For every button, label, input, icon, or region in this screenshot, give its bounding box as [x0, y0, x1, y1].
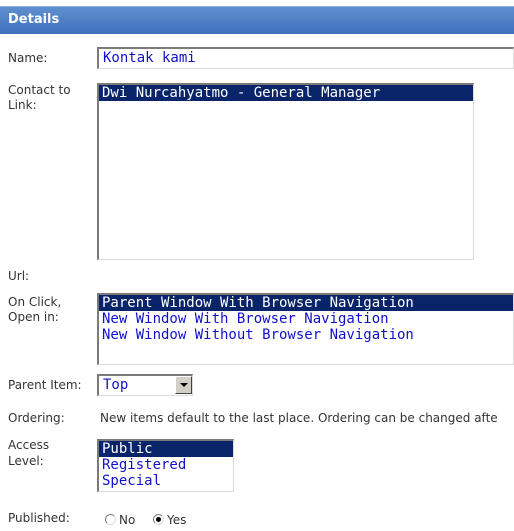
- access-option[interactable]: Special: [99, 473, 233, 489]
- parent-item-select[interactable]: Top: [97, 374, 193, 396]
- contact-option[interactable]: Dwi Nurcahyatmo - General Manager: [99, 85, 473, 101]
- onclick-label-line2: Open in:: [8, 310, 59, 324]
- published-label: Published:: [8, 511, 70, 525]
- chevron-down-icon[interactable]: [175, 376, 192, 394]
- access-level-listbox[interactable]: Public Registered Special: [97, 439, 234, 492]
- parent-item-value: Top: [103, 377, 129, 393]
- onclick-option[interactable]: New Window Without Browser Navigation: [99, 327, 513, 343]
- name-input[interactable]: Kontak kami: [97, 47, 514, 69]
- parent-item-label: Parent Item:: [8, 378, 82, 392]
- ordering-text: New items default to the last place. Ord…: [100, 411, 498, 425]
- access-option[interactable]: Registered: [99, 457, 233, 473]
- details-header: Details: [0, 0, 514, 34]
- access-label-line1: Access: [8, 438, 50, 452]
- onclick-option[interactable]: Parent Window With Browser Navigation: [99, 295, 513, 311]
- access-option[interactable]: Public: [99, 441, 233, 457]
- header-bar: [0, 6, 514, 34]
- published-no-radio[interactable]: [105, 514, 116, 525]
- header-title: Details: [8, 12, 60, 27]
- name-label: Name:: [8, 51, 48, 65]
- published-no-label: No: [119, 513, 136, 527]
- ordering-label: Ordering:: [8, 411, 65, 425]
- url-label: Url:: [8, 269, 30, 283]
- contact-listbox[interactable]: Dwi Nurcahyatmo - General Manager: [97, 83, 474, 260]
- published-yes-label: Yes: [167, 513, 187, 527]
- contact-label-line1: Contact to: [8, 83, 71, 97]
- access-label-line2: Level:: [8, 454, 44, 468]
- onclick-option[interactable]: New Window With Browser Navigation: [99, 311, 513, 327]
- onclick-label-line1: On Click,: [8, 295, 62, 309]
- contact-label-line2: Link:: [8, 98, 37, 112]
- onclick-listbox[interactable]: Parent Window With Browser Navigation Ne…: [97, 293, 514, 365]
- published-yes-radio[interactable]: [153, 514, 164, 525]
